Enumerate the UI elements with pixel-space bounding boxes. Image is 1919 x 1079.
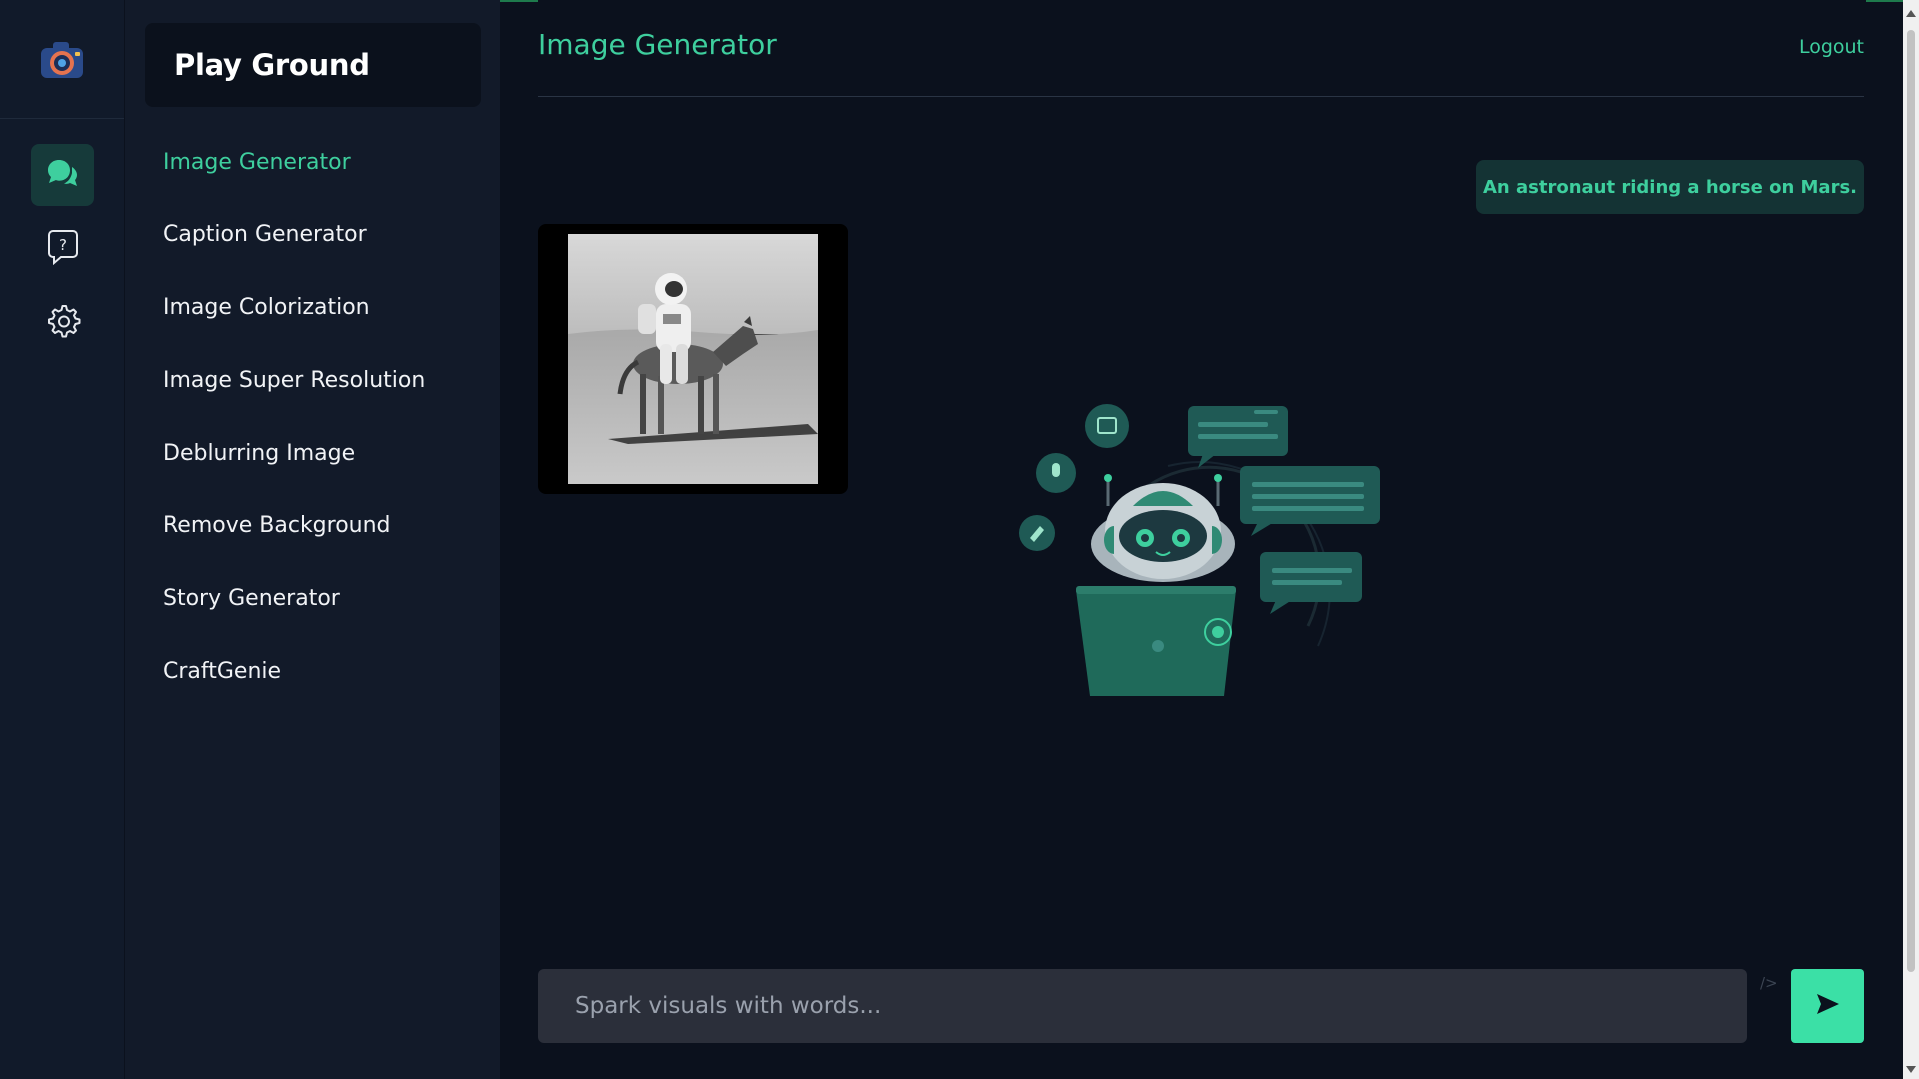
chat-bubbles-icon (47, 158, 79, 192)
rail-settings-button[interactable] (31, 292, 94, 354)
sidebar-item-image-super-resolution[interactable]: Image Super Resolution (163, 361, 425, 401)
page-title: Image Generator (538, 28, 777, 61)
user-prompt-bubble: An astronaut riding a horse on Mars. (1476, 160, 1864, 214)
sidebar-item-remove-background[interactable]: Remove Background (163, 506, 391, 546)
scroll-down-arrow-icon[interactable] (1906, 1066, 1916, 1073)
gear-icon (45, 303, 81, 343)
sidebar-item-deblurring-image[interactable]: Deblurring Image (163, 434, 355, 474)
sidebar-item-image-colorization[interactable]: Image Colorization (163, 288, 370, 328)
code-hint-text: /> (1760, 974, 1778, 992)
sidebar-item-craftgenie[interactable]: CraftGenie (163, 652, 281, 692)
generated-image (568, 234, 818, 484)
sidebar-item-image-generator[interactable]: Image Generator (163, 143, 351, 183)
sidebar-header: Play Ground (145, 23, 481, 107)
sidebar: Play Ground Image Generator Caption Gene… (125, 0, 500, 1079)
icon-rail: ? (0, 0, 124, 1079)
prompt-input[interactable] (538, 969, 1747, 1043)
rail-divider (0, 118, 124, 119)
top-accent-line (1866, 0, 1904, 2)
send-arrow-icon (1815, 992, 1841, 1020)
svg-text:?: ? (59, 236, 67, 254)
sidebar-item-caption-generator[interactable]: Caption Generator (163, 215, 367, 255)
help-bubble-icon: ? (45, 229, 81, 269)
scrollbar-thumb[interactable] (1907, 30, 1915, 972)
camera-logo-icon[interactable] (38, 38, 86, 82)
page-scrollbar[interactable] (1903, 0, 1919, 1079)
rail-help-button[interactable]: ? (31, 218, 94, 280)
top-accent-line (500, 0, 538, 2)
scroll-up-arrow-icon[interactable] (1906, 10, 1916, 17)
rail-chat-button[interactable] (31, 144, 94, 206)
robot-assistant-illustration (1018, 396, 1388, 706)
sidebar-title: Play Ground (174, 48, 370, 82)
user-prompt-text: An astronaut riding a horse on Mars. (1482, 176, 1858, 198)
generated-image-card[interactable] (538, 224, 848, 494)
send-button[interactable] (1791, 969, 1864, 1043)
sidebar-item-story-generator[interactable]: Story Generator (163, 579, 340, 619)
logout-link[interactable]: Logout (1799, 36, 1864, 58)
header-divider (538, 96, 1864, 97)
